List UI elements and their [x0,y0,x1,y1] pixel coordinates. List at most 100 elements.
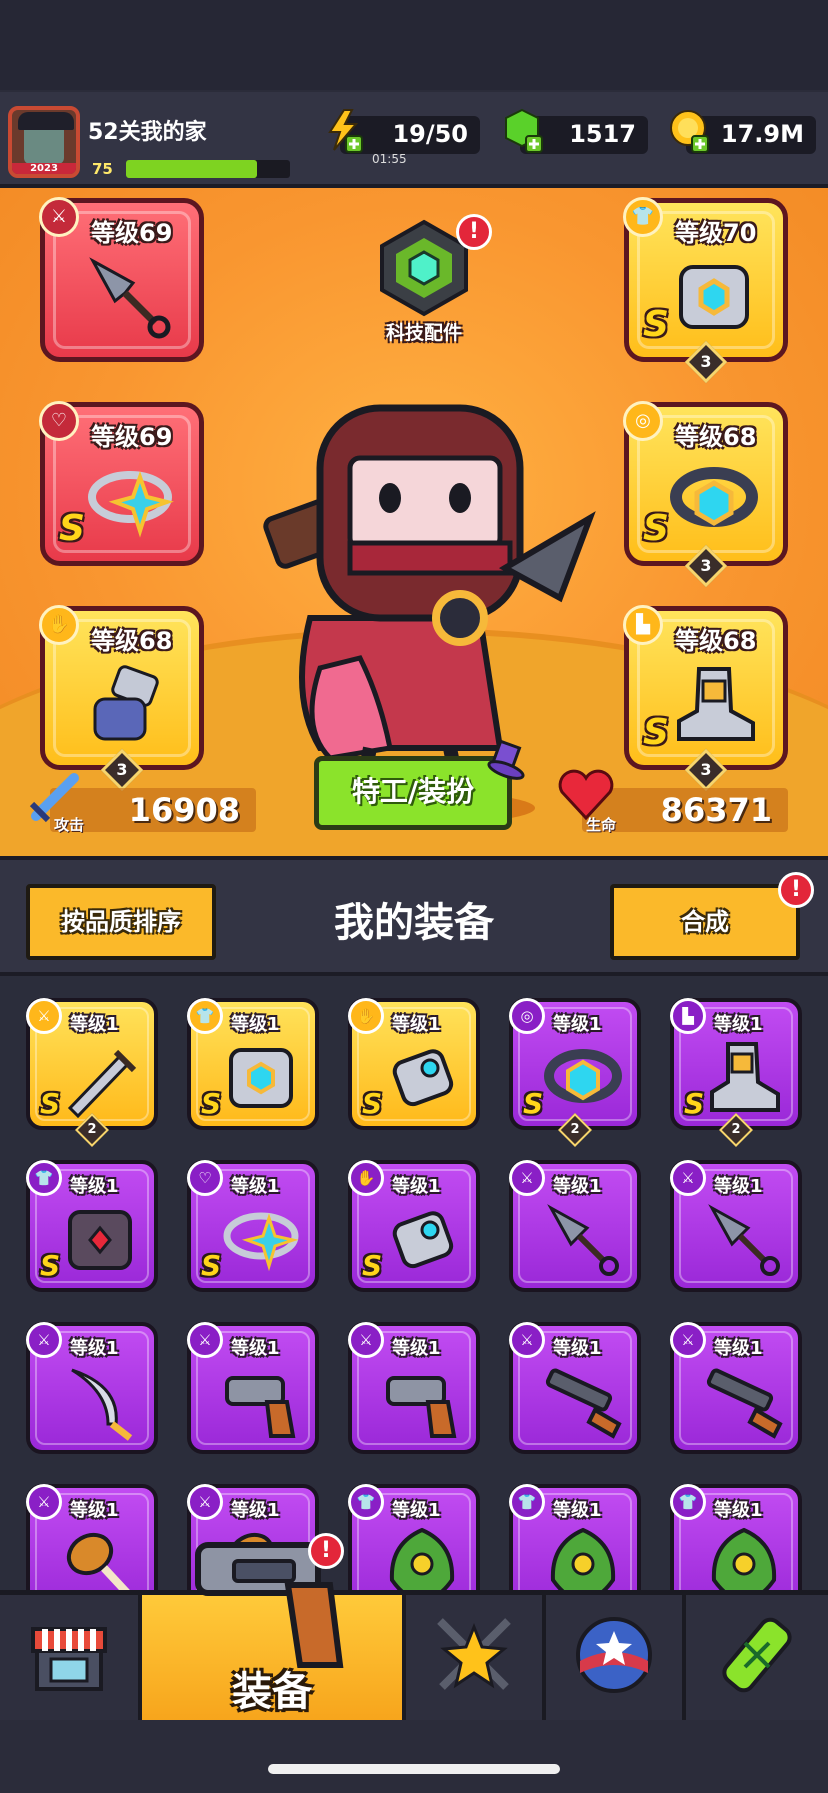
inventory-item[interactable]: ⚔ 等级1 [26,1322,158,1454]
agent-outfit-button[interactable]: 特工/装扮 [314,756,512,830]
sword-icon [67,1049,137,1118]
item-level: 等级1 [70,1338,119,1359]
top-bar: 2023 52关我的家 75 19/50 01:55 1517 17.9M [0,92,828,188]
item-level: 等级1 [392,1176,441,1197]
green-gem-plus-icon[interactable] [502,108,548,154]
gear-slot-glove[interactable]: ✋ 等级68 3 [39,605,204,792]
weapon-icon: ⚔ [509,1322,545,1358]
item-level: 等级1 [392,1500,441,1521]
item-level: 等级1 [231,1338,280,1359]
energy-counter[interactable]: 19/50 [328,109,480,154]
item-rank: S [40,1249,61,1282]
inventory-item[interactable]: ⚔ 等级1 [26,1484,158,1590]
inventory-item[interactable]: ⚔ 等级1 [670,1160,802,1292]
inventory-item[interactable]: ⚔ 等级1 [670,1322,802,1454]
gear-slot-boot[interactable]: ▙ 等级68 S 3 [623,605,788,792]
nav-equipment[interactable]: 装备 ! [142,1533,406,1720]
item-rank: S [362,1249,383,1282]
inventory-item[interactable]: ◎ 等级1 S 2 [509,998,641,1147]
life-label: 生命 [586,816,617,834]
inventory-item[interactable]: 👕 等级1 S [187,998,319,1130]
inventory-item[interactable]: ▙ 等级1 S 2 [670,998,802,1147]
inventory-item[interactable]: ⚔ 等级1 S 2 [26,998,158,1147]
player-avatar[interactable]: 2023 [8,106,80,178]
gear-slot-armor[interactable]: 👕 等级70 S 3 [623,197,788,384]
gem-counter[interactable]: 1517 [505,108,648,154]
scimitar-icon [71,1368,133,1441]
weapon-icon: ⚔ [187,1484,223,1520]
star-ring-icon [88,470,174,538]
item-rank: S [201,1087,222,1120]
item-level: 等级1 [553,1338,602,1359]
home-indicator-area [0,1720,828,1793]
top-hat-icon [487,739,525,780]
life-stat: 生命 86371 [558,769,788,834]
inventory-item[interactable]: ⚔ 等级1 [509,1160,641,1292]
inventory-item[interactable]: 👕 等级1 S [26,1160,158,1292]
inventory-item[interactable]: ⚔ 等级1 [509,1322,641,1454]
kunai-icon [547,1204,619,1276]
avatar-face [24,124,64,164]
armor-icon: 👕 [348,1484,384,1520]
inventory-item[interactable]: ✋ 等级1 S [348,998,480,1130]
coin-value: 17.9M [720,120,804,148]
merge-button[interactable]: 合成 [610,884,800,960]
shop-icon [31,1627,107,1691]
energy-timer: 01:55 [372,152,407,166]
shotgun-icon [706,1368,783,1439]
weapon-icon: ⚔ [509,1160,545,1196]
gear-level: 等级70 [675,219,757,247]
gauntlet-icon [93,665,159,741]
gold-coin-plus-icon[interactable] [668,108,714,154]
inventory-item[interactable]: ⚔ 等级1 [187,1322,319,1454]
home-indicator[interactable] [268,1764,560,1774]
mech-armor-icon [679,265,749,329]
nav-shop[interactable] [0,1595,142,1720]
kunai-icon [89,257,171,339]
glove-icon: ✋ [348,998,384,1034]
item-level: 等级1 [70,1176,119,1197]
mech-armor-icon [229,1048,293,1108]
xp-fill [126,160,258,178]
shotgun-icon [545,1368,622,1439]
item-level: 等级1 [231,1014,280,1035]
gear-slot-belt[interactable]: ◎ 等级68 S 3 [623,401,788,588]
item-level: 等级1 [392,1338,441,1359]
coin-counter[interactable]: 17.9M [670,110,816,154]
inventory-item[interactable]: 👕 等级1 [348,1484,480,1590]
weapon-icon: ⚔ [26,1322,62,1358]
tech-parts-button[interactable]: 科技配件 ! [360,214,492,348]
item-level: 等级1 [714,1014,763,1035]
weapon-icon: ⚔ [670,1322,706,1358]
gear-level: 等级69 [91,219,173,247]
nav-equipment-label: 装备 [232,1669,312,1715]
inventory-item[interactable]: ♡ 等级1 S [187,1160,319,1292]
inventory-item[interactable]: 👕 等级1 [670,1484,802,1590]
item-rank: S [362,1087,383,1120]
item-level: 等级1 [70,1500,119,1521]
tech-alert-badge: ! [456,214,492,250]
lightning-plus-icon[interactable] [322,108,368,154]
avatar-year: 2023 [12,163,76,174]
nav-evolve[interactable] [686,1595,828,1720]
hex-belt-icon [544,1049,622,1103]
item-level: 等级1 [70,1014,119,1035]
dna-tube-icon [722,1617,792,1693]
inventory-item[interactable]: ⚔ 等级1 [348,1322,480,1454]
weapon-icon: ⚔ [39,197,79,237]
gear-slot-necklace[interactable]: ♡ 等级69 S [39,401,204,566]
revolver-icon [386,1376,457,1438]
energy-value: 19/50 [392,120,468,148]
leaf-armor-icon [711,1527,777,1590]
gear-rank: S [643,304,669,345]
boot-icon: ▙ [623,605,663,645]
gear-slot-weapon[interactable]: ⚔ 等级69 [39,197,204,362]
nav-skills[interactable] [406,1595,546,1720]
item-rank: S [40,1087,61,1120]
inventory-item[interactable]: ✋ 等级1 S [348,1160,480,1292]
armor-icon: 👕 [509,1484,545,1520]
gear-rank: S [59,508,85,549]
inventory-item[interactable]: 👕 等级1 [509,1484,641,1590]
avatar-hat [18,112,74,130]
nav-talents[interactable] [546,1595,686,1720]
